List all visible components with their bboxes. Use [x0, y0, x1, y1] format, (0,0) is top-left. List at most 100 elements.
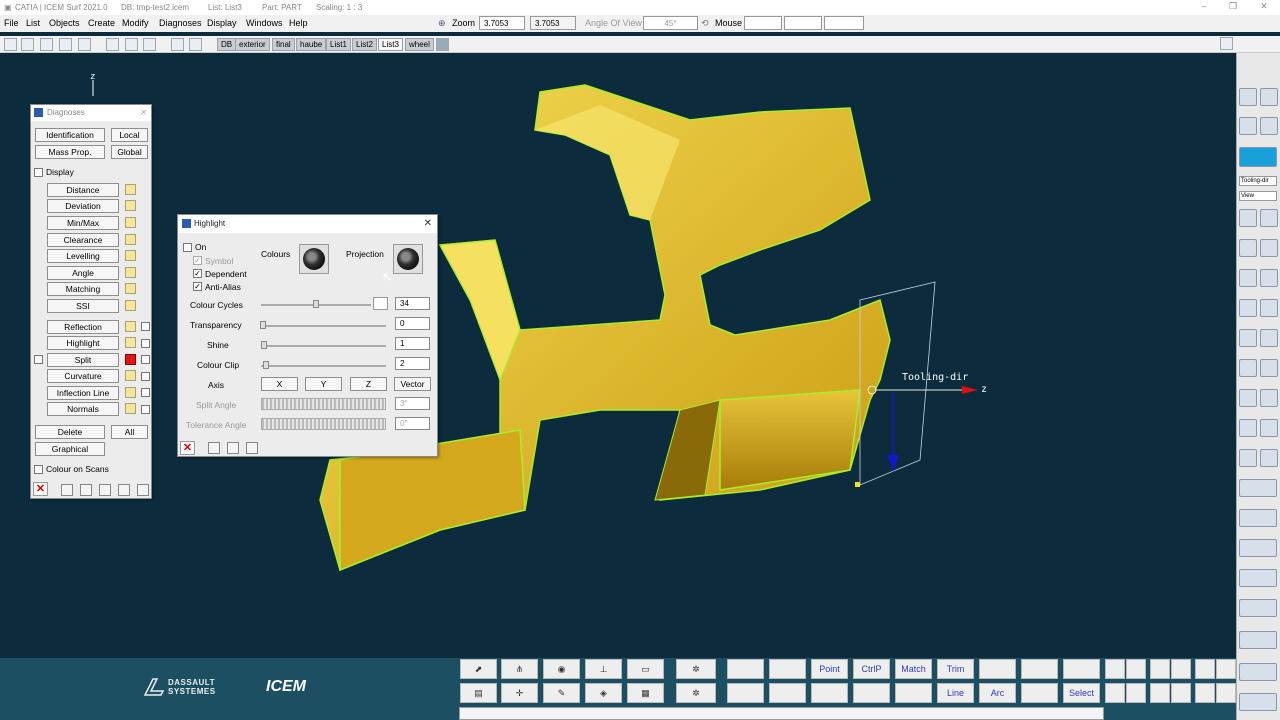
- matching-color-swatch[interactable]: [125, 283, 136, 294]
- highlight-button[interactable]: Highlight: [47, 336, 119, 350]
- clearance-color-swatch[interactable]: [125, 234, 136, 245]
- menu-help[interactable]: Help: [289, 18, 308, 28]
- ssi-button[interactable]: SSI: [47, 299, 119, 313]
- split-button[interactable]: Split: [47, 353, 119, 367]
- trim-button[interactable]: Trim: [937, 659, 974, 679]
- zoom-value-field[interactable]: 3.7053: [530, 16, 576, 30]
- diag-info-icon[interactable]: [61, 484, 73, 496]
- dependent-checkbox[interactable]: ✓: [193, 269, 202, 278]
- pan-icon[interactable]: [1260, 299, 1278, 317]
- curve-tool-6-icon[interactable]: [1216, 659, 1236, 679]
- reflection-color-swatch[interactable]: [125, 321, 136, 332]
- normals-checkbox[interactable]: [141, 405, 150, 414]
- shine-input[interactable]: 1: [395, 337, 430, 350]
- inflection-line-checkbox[interactable]: [141, 388, 150, 397]
- empty-button-7[interactable]: [769, 683, 806, 703]
- hand-icon[interactable]: [1239, 509, 1277, 527]
- deviation-button[interactable]: Deviation: [47, 199, 119, 213]
- tab-db[interactable]: DB: [217, 38, 237, 51]
- rotate-icon[interactable]: [1239, 299, 1257, 317]
- levelling-color-swatch[interactable]: [125, 250, 136, 261]
- arc-button[interactable]: Arc: [979, 683, 1016, 703]
- axis-triad-icon[interactable]: [1239, 631, 1277, 649]
- minmax-button[interactable]: Min/Max: [47, 216, 119, 230]
- tab-list3[interactable]: List3: [378, 38, 403, 51]
- eraser-icon[interactable]: [1239, 329, 1257, 347]
- empty-button-3[interactable]: [979, 659, 1016, 679]
- command-line-input[interactable]: [459, 707, 1104, 720]
- diagnoses-close-icon[interactable]: ✕: [140, 105, 147, 121]
- sort-icon[interactable]: [171, 38, 184, 51]
- transparency-input[interactable]: 0: [395, 317, 430, 330]
- levelling-button[interactable]: Levelling: [47, 249, 119, 263]
- view-xy-icon[interactable]: [1260, 239, 1278, 257]
- line-button[interactable]: Line: [937, 683, 974, 703]
- visibility-icon[interactable]: ◉: [543, 659, 580, 679]
- tab-exterior[interactable]: exterior: [235, 38, 270, 51]
- axis-y-button[interactable]: Y: [305, 377, 342, 391]
- transparency-thumb[interactable]: [260, 321, 266, 329]
- reflection-button[interactable]: Reflection: [47, 320, 119, 334]
- angle-reset-icon[interactable]: ⟲: [701, 18, 709, 29]
- folder-icon[interactable]: ▤: [460, 683, 497, 703]
- paste-icon[interactable]: [143, 38, 156, 51]
- tooling-dir-select[interactable]: Tooling-dir: [1239, 176, 1277, 186]
- tab-final[interactable]: final: [272, 38, 295, 51]
- split-angle-input[interactable]: 3°: [395, 397, 430, 410]
- anti-alias-checkbox[interactable]: ✓: [193, 282, 202, 291]
- empty-button-4[interactable]: [1021, 659, 1058, 679]
- empty-button-6[interactable]: [727, 683, 764, 703]
- restore-icon[interactable]: ❐: [1223, 1, 1243, 13]
- axis-z-button[interactable]: Z: [350, 377, 387, 391]
- minimize-icon[interactable]: –: [1194, 1, 1214, 13]
- fit-icon[interactable]: [1260, 449, 1278, 467]
- new-icon[interactable]: [4, 38, 17, 51]
- export-icon[interactable]: [1239, 693, 1277, 711]
- highlight-close-red-icon[interactable]: ✕: [180, 441, 195, 455]
- menu-file[interactable]: File: [4, 18, 19, 28]
- copy-icon[interactable]: [125, 38, 138, 51]
- empty-button-5[interactable]: [1063, 659, 1100, 679]
- frame-icon[interactable]: [1239, 449, 1257, 467]
- highlight-window-icon[interactable]: [227, 442, 239, 454]
- delete-all-button[interactable]: All: [111, 425, 148, 439]
- zoom-fit-icon[interactable]: [1239, 569, 1277, 587]
- brush-icon[interactable]: [1260, 88, 1278, 106]
- colour-on-scans-checkbox[interactable]: [34, 465, 43, 474]
- projection-picker[interactable]: [393, 244, 423, 274]
- view-select[interactable]: View: [1239, 191, 1277, 201]
- surface-tool-4-icon[interactable]: [1171, 683, 1191, 703]
- global-button[interactable]: Global: [111, 145, 148, 159]
- surface-tool-2-icon[interactable]: [1126, 683, 1146, 703]
- curvature-button[interactable]: Curvature: [47, 369, 119, 383]
- list-icon[interactable]: [189, 38, 202, 51]
- curve-tool-1-icon[interactable]: [1105, 659, 1125, 679]
- surface-icon[interactable]: ◈: [585, 683, 622, 703]
- menu-windows[interactable]: Windows: [246, 18, 283, 28]
- transparency-slider[interactable]: [261, 325, 386, 327]
- colour-cycles-toggle[interactable]: [373, 297, 388, 310]
- menu-modify[interactable]: Modify: [122, 18, 149, 28]
- save-icon[interactable]: [40, 38, 53, 51]
- highlight-save-icon[interactable]: [246, 442, 258, 454]
- graphical-button[interactable]: Graphical: [35, 442, 105, 456]
- save-as-icon[interactable]: [59, 38, 72, 51]
- menu-list[interactable]: List: [26, 18, 40, 28]
- local-button[interactable]: Local: [111, 128, 148, 142]
- crosshair-icon[interactable]: ✛: [501, 683, 538, 703]
- point-button[interactable]: Point: [811, 659, 848, 679]
- light-icon[interactable]: [1260, 117, 1278, 135]
- split-checkbox[interactable]: [141, 355, 150, 364]
- ssi-color-swatch[interactable]: [125, 300, 136, 311]
- surface-tool-5-icon[interactable]: [1195, 683, 1215, 703]
- mouse-field-2[interactable]: [784, 16, 822, 30]
- menu-create[interactable]: Create: [88, 18, 115, 28]
- menu-diagnoses[interactable]: Diagnoses: [159, 18, 202, 28]
- render-icon[interactable]: [1260, 329, 1278, 347]
- diagnoses-close-red-icon[interactable]: ✕: [33, 482, 48, 496]
- highlight-close-icon[interactable]: ✕: [424, 215, 432, 233]
- zoom-input[interactable]: 3.7053: [479, 16, 525, 30]
- view-y-icon[interactable]: [1239, 239, 1257, 257]
- inflection-line-color-swatch[interactable]: [125, 387, 136, 398]
- cube-view-icon[interactable]: [1239, 117, 1257, 135]
